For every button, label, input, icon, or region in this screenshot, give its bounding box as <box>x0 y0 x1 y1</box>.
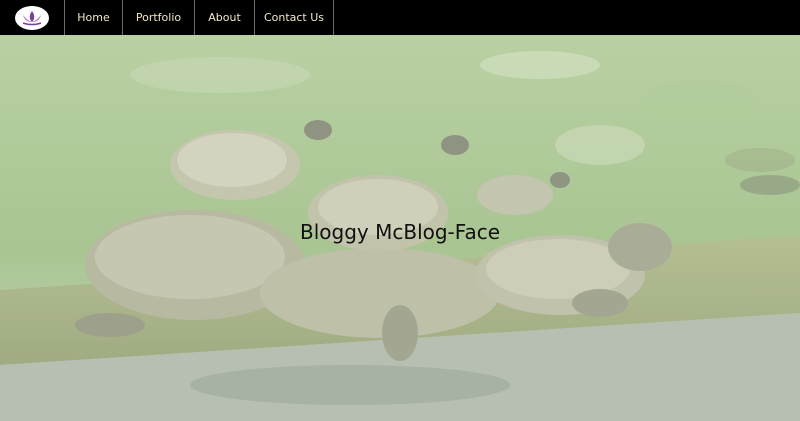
nav-home[interactable]: Home <box>64 0 122 35</box>
nav-contact-us[interactable]: Contact Us <box>254 0 334 35</box>
top-navbar: Home Portfolio About Contact Us <box>0 0 800 35</box>
nav-portfolio[interactable]: Portfolio <box>122 0 194 35</box>
nav-contact-us-label: Contact Us <box>263 11 325 24</box>
nav-about-label: About <box>208 11 241 24</box>
nav-portfolio-label: Portfolio <box>135 11 182 24</box>
lotus-icon <box>14 5 49 30</box>
nav-about[interactable]: About <box>194 0 254 35</box>
nav-home-label: Home <box>77 11 110 24</box>
site-title: Bloggy McBlog-Face <box>300 220 500 244</box>
hero-banner: Bloggy McBlog-Face <box>0 35 800 421</box>
logo-link[interactable] <box>0 0 64 35</box>
